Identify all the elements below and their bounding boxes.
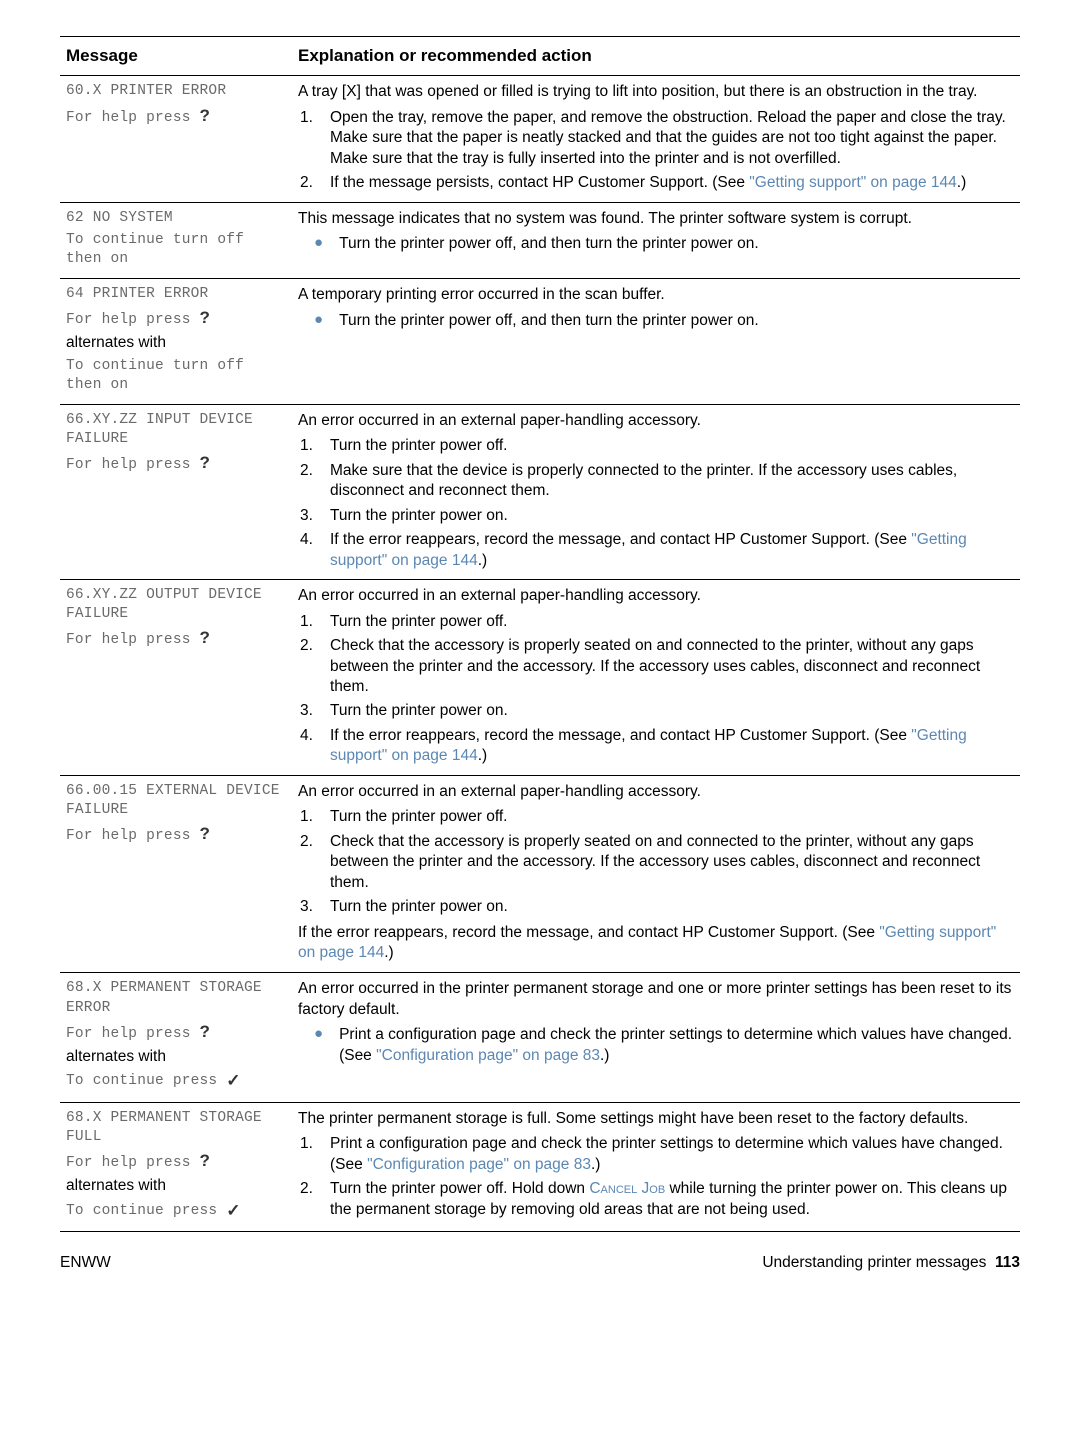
explanation-tail: If the error reappears, record the messa… (298, 923, 1014, 964)
help-icon: ? (200, 824, 211, 843)
explanation-intro: An error occurred in an external paper-h… (298, 411, 1014, 431)
for-help-line: For help press ? (66, 452, 286, 475)
table-row: 62 NO SYSTEM To continue turn off then o… (60, 202, 1020, 278)
explanation-intro: The printer permanent storage is full. S… (298, 1109, 1014, 1129)
list-item: 2.Make sure that the device is properly … (298, 459, 1014, 504)
list-item: ● Print a configuration page and check t… (298, 1023, 1014, 1068)
alternates-label: alternates with (66, 333, 286, 353)
explanation-intro: An error occurred in an external paper-h… (298, 782, 1014, 802)
message-cell: 68.X PERMANENT STORAGE FULL For help pre… (60, 1102, 292, 1231)
printer-message-text: 68.X PERMANENT STORAGE FULL (66, 1109, 286, 1147)
table-row: 66.00.15 EXTERNAL DEVICE FAILURE For hel… (60, 775, 1020, 973)
table-header-row: Message Explanation or recommended actio… (60, 37, 1020, 76)
printer-message-text: 66.00.15 EXTERNAL DEVICE FAILURE (66, 782, 286, 820)
message-cell: 62 NO SYSTEM To continue turn off then o… (60, 202, 292, 278)
list-item: 2.Check that the accessory is properly s… (298, 634, 1014, 699)
explanation-cell: A tray [X] that was opened or filled is … (292, 76, 1020, 202)
message-cell: 66.XY.ZZ INPUT DEVICE FAILURE For help p… (60, 405, 292, 580)
message-cell: 66.00.15 EXTERNAL DEVICE FAILURE For hel… (60, 775, 292, 973)
explanation-intro: This message indicates that no system wa… (298, 209, 1014, 229)
table-row: 64 PRINTER ERROR For help press ? altern… (60, 279, 1020, 405)
list-item: ● Turn the printer power off, and then t… (298, 309, 1014, 333)
list-item: 4. If the error reappears, record the me… (298, 528, 1014, 573)
link-configuration-page[interactable]: "Configuration page" on page 83 (367, 1156, 591, 1173)
footer-left: ENWW (60, 1254, 111, 1272)
for-help-line: For help press ? (66, 627, 286, 650)
table-row: 66.XY.ZZ OUTPUT DEVICE FAILURE For help … (60, 580, 1020, 776)
printer-message-text: 66.XY.ZZ OUTPUT DEVICE FAILURE (66, 586, 286, 624)
check-icon: ✓ (226, 1071, 240, 1090)
check-icon: ✓ (226, 1201, 240, 1220)
explanation-intro: A temporary printing error occurred in t… (298, 285, 1014, 305)
help-icon: ? (200, 106, 211, 125)
page-container: Message Explanation or recommended actio… (0, 0, 1080, 1304)
message-cell: 64 PRINTER ERROR For help press ? altern… (60, 279, 292, 405)
continue-press-line: To continue press ✓ (66, 1200, 286, 1222)
link-getting-support[interactable]: "Getting support" on page 144 (749, 174, 957, 191)
explanation-cell: An error occurred in an external paper-h… (292, 580, 1020, 776)
explanation-cell: An error occurred in an external paper-h… (292, 775, 1020, 973)
printer-message-text: 68.X PERMANENT STORAGE ERROR (66, 979, 286, 1017)
link-cancel-job[interactable]: Cancel Job (589, 1180, 665, 1197)
table-row: 68.X PERMANENT STORAGE ERROR For help pr… (60, 973, 1020, 1102)
col-header-explanation: Explanation or recommended action (292, 37, 1020, 76)
continue-line: To continue turn off then on (66, 357, 286, 395)
for-help-line: For help press ? (66, 307, 286, 330)
printer-message-text: 62 NO SYSTEM (66, 209, 286, 228)
bullet-icon: ● (314, 1025, 323, 1066)
printer-message-text: 64 PRINTER ERROR (66, 285, 286, 304)
page-footer: ENWW Understanding printer messages 113 (60, 1254, 1020, 1272)
help-icon: ? (200, 1022, 211, 1041)
help-icon: ? (200, 308, 211, 327)
list-item: 4. If the error reappears, record the me… (298, 724, 1014, 769)
list-item: 1.Turn the printer power off. (298, 434, 1014, 458)
explanation-cell: An error occurred in an external paper-h… (292, 405, 1020, 580)
help-icon: ? (200, 628, 211, 647)
continue-press-line: To continue press ✓ (66, 1070, 286, 1092)
link-configuration-page[interactable]: "Configuration page" on page 83 (376, 1047, 600, 1064)
for-help-line: For help press ? (66, 105, 286, 128)
continue-line: To continue turn off then on (66, 231, 286, 269)
bullet-icon: ● (314, 234, 323, 254)
explanation-intro: A tray [X] that was opened or filled is … (298, 82, 1014, 102)
explanation-intro: An error occurred in the printer permane… (298, 979, 1014, 1020)
help-icon: ? (200, 1151, 211, 1170)
printer-message-text: 66.XY.ZZ INPUT DEVICE FAILURE (66, 411, 286, 449)
explanation-cell: The printer permanent storage is full. S… (292, 1102, 1020, 1231)
for-help-line: For help press ? (66, 1150, 286, 1173)
list-item: 1.Turn the printer power off. (298, 610, 1014, 634)
table-row: 60.X PRINTER ERROR For help press ? A tr… (60, 76, 1020, 202)
list-item: 3.Turn the printer power on. (298, 895, 1014, 919)
col-header-message: Message (60, 37, 292, 76)
list-item: 3.Turn the printer power on. (298, 504, 1014, 528)
list-item: 3.Turn the printer power on. (298, 699, 1014, 723)
for-help-line: For help press ? (66, 1021, 286, 1044)
table-row: 66.XY.ZZ INPUT DEVICE FAILURE For help p… (60, 405, 1020, 580)
alternates-label: alternates with (66, 1176, 286, 1196)
bullet-icon: ● (314, 311, 323, 331)
message-cell: 68.X PERMANENT STORAGE ERROR For help pr… (60, 973, 292, 1102)
footer-right: Understanding printer messages 113 (762, 1254, 1020, 1272)
list-item: 1.Turn the printer power off. (298, 805, 1014, 829)
help-icon: ? (200, 453, 211, 472)
list-item: 2. If the message persists, contact HP C… (298, 171, 1014, 195)
explanation-cell: This message indicates that no system wa… (292, 202, 1020, 278)
list-item: 1. Open the tray, remove the paper, and … (298, 106, 1014, 171)
printer-message-text: 60.X PRINTER ERROR (66, 82, 286, 101)
message-cell: 60.X PRINTER ERROR For help press ? (60, 76, 292, 202)
explanation-intro: An error occurred in an external paper-h… (298, 586, 1014, 606)
message-cell: 66.XY.ZZ OUTPUT DEVICE FAILURE For help … (60, 580, 292, 776)
list-item: ● Turn the printer power off, and then t… (298, 232, 1014, 256)
messages-table: Message Explanation or recommended actio… (60, 36, 1020, 1232)
list-item: 2. Turn the printer power off. Hold down… (298, 1177, 1014, 1222)
explanation-cell: A temporary printing error occurred in t… (292, 279, 1020, 405)
alternates-label: alternates with (66, 1047, 286, 1067)
for-help-line: For help press ? (66, 823, 286, 846)
table-row: 68.X PERMANENT STORAGE FULL For help pre… (60, 1102, 1020, 1231)
list-item: 2.Check that the accessory is properly s… (298, 830, 1014, 895)
list-item: 1. Print a configuration page and check … (298, 1132, 1014, 1177)
explanation-cell: An error occurred in the printer permane… (292, 973, 1020, 1102)
